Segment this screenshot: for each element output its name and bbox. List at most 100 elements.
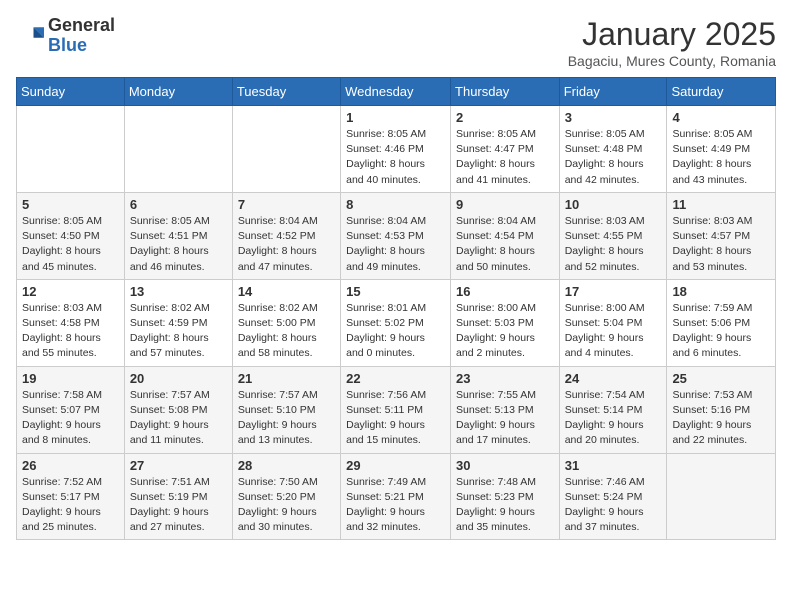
day-number: 20 — [130, 371, 227, 386]
calendar-cell: 12 Sunrise: 8:03 AM Sunset: 4:58 PM Dayli… — [17, 279, 125, 366]
calendar-cell: 10 Sunrise: 8:03 AM Sunset: 4:55 PM Dayli… — [559, 192, 667, 279]
cell-info: Sunrise: 8:04 AM Sunset: 4:54 PM Dayligh… — [456, 214, 554, 275]
day-number: 10 — [565, 197, 662, 212]
cell-info: Sunrise: 8:05 AM Sunset: 4:51 PM Dayligh… — [130, 214, 227, 275]
calendar-cell: 9 Sunrise: 8:04 AM Sunset: 4:54 PM Daylig… — [451, 192, 560, 279]
day-number: 21 — [238, 371, 335, 386]
day-number: 11 — [672, 197, 770, 212]
cell-info: Sunrise: 8:05 AM Sunset: 4:46 PM Dayligh… — [346, 127, 445, 188]
day-number: 2 — [456, 110, 554, 125]
day-number: 24 — [565, 371, 662, 386]
cell-info: Sunrise: 7:57 AM Sunset: 5:08 PM Dayligh… — [130, 388, 227, 449]
day-number: 14 — [238, 284, 335, 299]
weekday-header: Saturday — [667, 78, 776, 106]
calendar-cell: 4Sunrise: 8:05 AM Sunset: 4:49 PM Daylig… — [667, 106, 776, 193]
day-number: 17 — [565, 284, 662, 299]
day-number: 27 — [130, 458, 227, 473]
cell-info: Sunrise: 7:53 AM Sunset: 5:16 PM Dayligh… — [672, 388, 770, 449]
day-number: 30 — [456, 458, 554, 473]
calendar-cell: 19Sunrise: 7:58 AM Sunset: 5:07 PM Dayli… — [17, 366, 125, 453]
day-number: 13 — [130, 284, 227, 299]
calendar-cell: 1Sunrise: 8:05 AM Sunset: 4:46 PM Daylig… — [341, 106, 451, 193]
cell-info: Sunrise: 7:57 AM Sunset: 5:10 PM Dayligh… — [238, 388, 335, 449]
day-number: 15 — [346, 284, 445, 299]
weekday-header: Wednesday — [341, 78, 451, 106]
calendar-cell — [124, 106, 232, 193]
calendar-week-row: 19Sunrise: 7:58 AM Sunset: 5:07 PM Dayli… — [17, 366, 776, 453]
calendar-week-row: 12 Sunrise: 8:03 AM Sunset: 4:58 PM Dayli… — [17, 279, 776, 366]
logo-blue-text: Blue — [48, 35, 87, 55]
cell-info: Sunrise: 8:05 AM Sunset: 4:48 PM Dayligh… — [565, 127, 662, 188]
cell-info: Sunrise: 8:01 AM Sunset: 5:02 PM Dayligh… — [346, 301, 445, 362]
calendar-cell: 3 Sunrise: 8:05 AM Sunset: 4:48 PM Daylig… — [559, 106, 667, 193]
day-number: 31 — [565, 458, 662, 473]
calendar-cell: 29Sunrise: 7:49 AM Sunset: 5:21 PM Dayli… — [341, 453, 451, 540]
cell-info: Sunrise: 7:46 AM Sunset: 5:24 PM Dayligh… — [565, 475, 662, 536]
calendar-cell: 11 Sunrise: 8:03 AM Sunset: 4:57 PM Dayli… — [667, 192, 776, 279]
calendar-cell — [17, 106, 125, 193]
cell-info: Sunrise: 7:54 AM Sunset: 5:14 PM Dayligh… — [565, 388, 662, 449]
weekday-header: Sunday — [17, 78, 125, 106]
cell-info: Sunrise: 8:02 AM Sunset: 4:59 PM Dayligh… — [130, 301, 227, 362]
day-number: 22 — [346, 371, 445, 386]
day-number: 19 — [22, 371, 119, 386]
calendar-cell: 31 Sunrise: 7:46 AM Sunset: 5:24 PM Dayli… — [559, 453, 667, 540]
calendar-week-row: 1Sunrise: 8:05 AM Sunset: 4:46 PM Daylig… — [17, 106, 776, 193]
weekday-header: Thursday — [451, 78, 560, 106]
cell-info: Sunrise: 7:55 AM Sunset: 5:13 PM Dayligh… — [456, 388, 554, 449]
day-number: 18 — [672, 284, 770, 299]
calendar-cell: 13 Sunrise: 8:02 AM Sunset: 4:59 PM Dayli… — [124, 279, 232, 366]
calendar-week-row: 5 Sunrise: 8:05 AM Sunset: 4:50 PM Daylig… — [17, 192, 776, 279]
calendar-cell: 7 Sunrise: 8:04 AM Sunset: 4:52 PM Daylig… — [232, 192, 340, 279]
calendar-cell: 28 Sunrise: 7:50 AM Sunset: 5:20 PM Dayli… — [232, 453, 340, 540]
cell-info: Sunrise: 7:59 AM Sunset: 5:06 PM Dayligh… — [672, 301, 770, 362]
cell-info: Sunrise: 7:56 AM Sunset: 5:11 PM Dayligh… — [346, 388, 445, 449]
calendar-cell: 27 Sunrise: 7:51 AM Sunset: 5:19 PM Dayli… — [124, 453, 232, 540]
calendar-cell: 16 Sunrise: 8:00 AM Sunset: 5:03 PM Dayli… — [451, 279, 560, 366]
day-number: 4 — [672, 110, 770, 125]
day-number: 12 — [22, 284, 119, 299]
cell-info: Sunrise: 8:03 AM Sunset: 4:55 PM Dayligh… — [565, 214, 662, 275]
day-number: 9 — [456, 197, 554, 212]
location-subtitle: Bagaciu, Mures County, Romania — [568, 53, 776, 69]
day-number: 5 — [22, 197, 119, 212]
calendar-cell: 26Sunrise: 7:52 AM Sunset: 5:17 PM Dayli… — [17, 453, 125, 540]
weekday-header: Monday — [124, 78, 232, 106]
title-block: January 2025 Bagaciu, Mures County, Roma… — [568, 16, 776, 69]
day-number: 25 — [672, 371, 770, 386]
cell-info: Sunrise: 8:05 AM Sunset: 4:47 PM Dayligh… — [456, 127, 554, 188]
day-number: 26 — [22, 458, 119, 473]
calendar-cell: 6Sunrise: 8:05 AM Sunset: 4:51 PM Daylig… — [124, 192, 232, 279]
page-header: General Blue January 2025 Bagaciu, Mures… — [16, 16, 776, 69]
calendar-cell: 30Sunrise: 7:48 AM Sunset: 5:23 PM Dayli… — [451, 453, 560, 540]
cell-info: Sunrise: 8:03 AM Sunset: 4:58 PM Dayligh… — [22, 301, 119, 362]
calendar-table: SundayMondayTuesdayWednesdayThursdayFrid… — [16, 77, 776, 540]
cell-info: Sunrise: 8:05 AM Sunset: 4:50 PM Dayligh… — [22, 214, 119, 275]
weekday-header: Tuesday — [232, 78, 340, 106]
weekday-header: Friday — [559, 78, 667, 106]
day-number: 16 — [456, 284, 554, 299]
cell-info: Sunrise: 7:51 AM Sunset: 5:19 PM Dayligh… — [130, 475, 227, 536]
cell-info: Sunrise: 7:50 AM Sunset: 5:20 PM Dayligh… — [238, 475, 335, 536]
cell-info: Sunrise: 8:04 AM Sunset: 4:52 PM Dayligh… — [238, 214, 335, 275]
day-number: 3 — [565, 110, 662, 125]
calendar-cell: 5 Sunrise: 8:05 AM Sunset: 4:50 PM Daylig… — [17, 192, 125, 279]
day-number: 28 — [238, 458, 335, 473]
calendar-cell: 15 Sunrise: 8:01 AM Sunset: 5:02 PM Dayli… — [341, 279, 451, 366]
calendar-cell: 25 Sunrise: 7:53 AM Sunset: 5:16 PM Dayli… — [667, 366, 776, 453]
calendar-cell: 20 Sunrise: 7:57 AM Sunset: 5:08 PM Dayli… — [124, 366, 232, 453]
cell-info: Sunrise: 8:03 AM Sunset: 4:57 PM Dayligh… — [672, 214, 770, 275]
logo-icon — [16, 22, 44, 50]
calendar-cell — [232, 106, 340, 193]
day-number: 23 — [456, 371, 554, 386]
calendar-cell: 17Sunrise: 8:00 AM Sunset: 5:04 PM Dayli… — [559, 279, 667, 366]
cell-info: Sunrise: 8:00 AM Sunset: 5:03 PM Dayligh… — [456, 301, 554, 362]
day-number: 7 — [238, 197, 335, 212]
day-number: 8 — [346, 197, 445, 212]
calendar-cell: 2 Sunrise: 8:05 AM Sunset: 4:47 PM Daylig… — [451, 106, 560, 193]
cell-info: Sunrise: 8:04 AM Sunset: 4:53 PM Dayligh… — [346, 214, 445, 275]
calendar-cell: 24 Sunrise: 7:54 AM Sunset: 5:14 PM Dayli… — [559, 366, 667, 453]
calendar-cell: 23 Sunrise: 7:55 AM Sunset: 5:13 PM Dayli… — [451, 366, 560, 453]
calendar-cell: 8 Sunrise: 8:04 AM Sunset: 4:53 PM Daylig… — [341, 192, 451, 279]
logo-general-text: General — [48, 15, 115, 35]
